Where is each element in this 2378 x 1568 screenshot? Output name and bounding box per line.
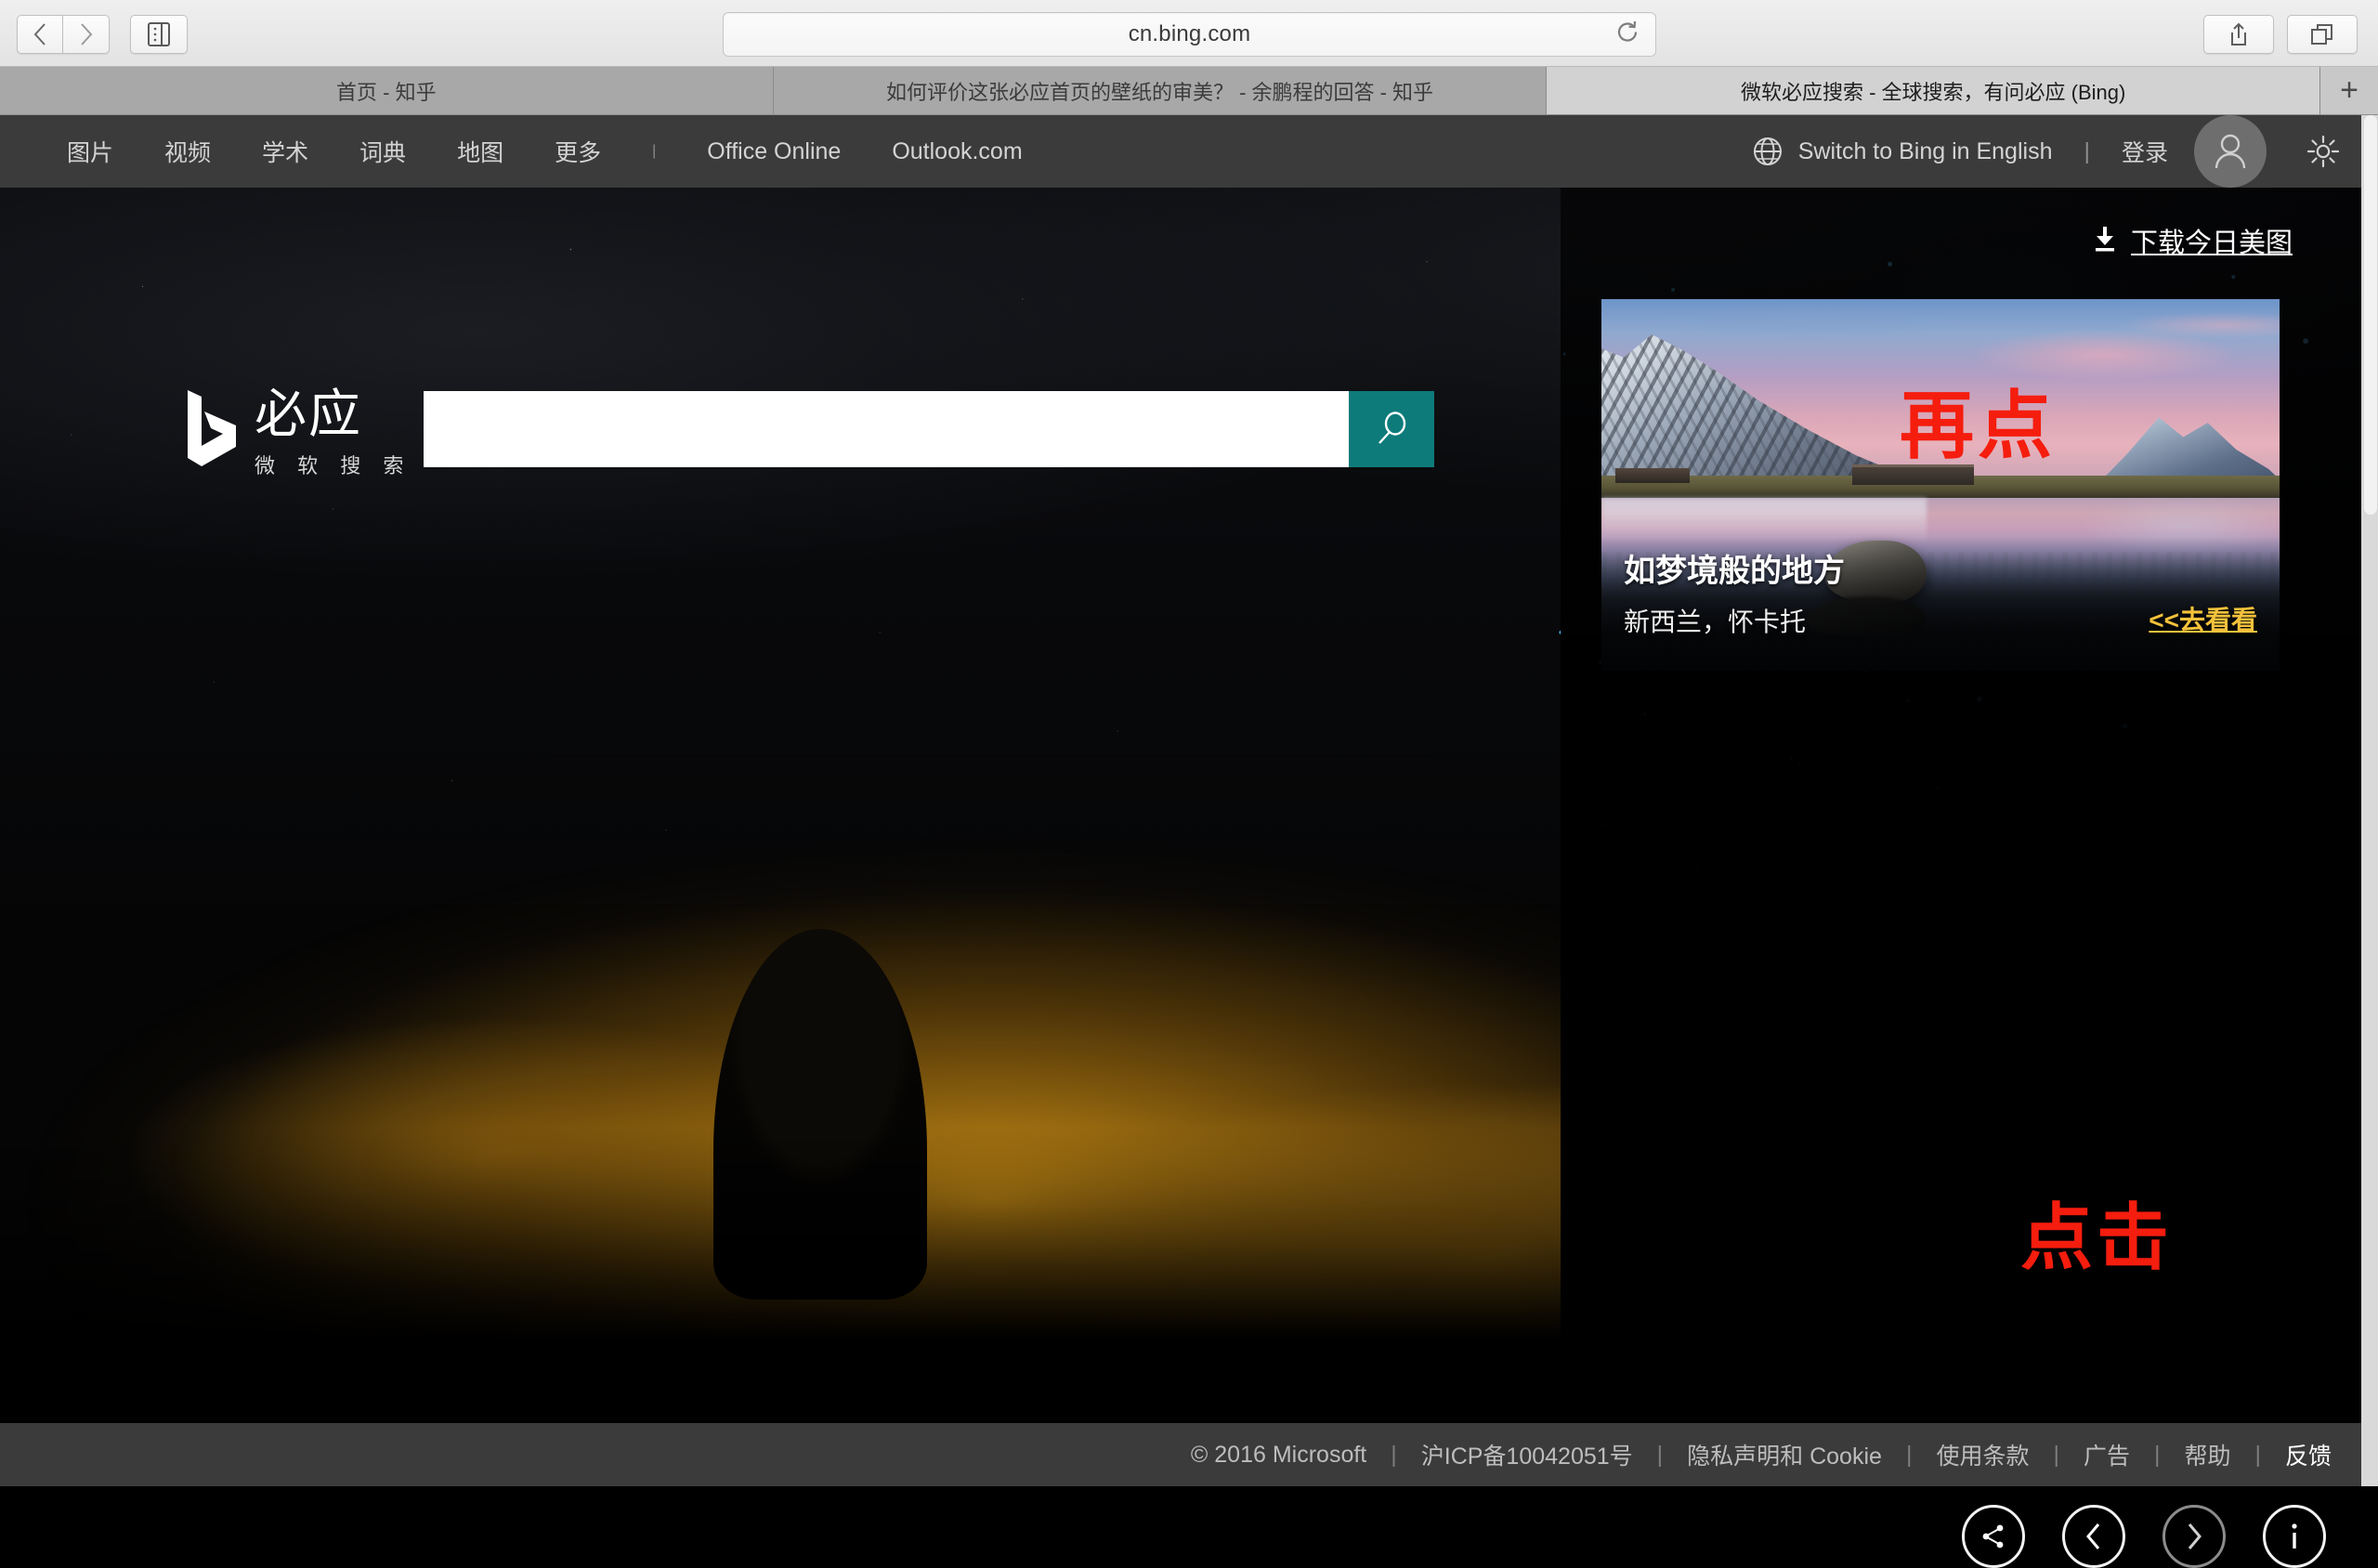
- footer-help-link[interactable]: 帮助: [2184, 1438, 2230, 1471]
- nav-separator: |: [652, 143, 656, 160]
- bing-top-navigation: 图片 视频 学术 词典 地图 更多 | Office Online Outloo…: [0, 115, 2378, 188]
- avatar[interactable]: [2194, 115, 2267, 188]
- address-bar[interactable]: cn.bing.com: [723, 12, 1656, 57]
- tab-title: 微软必应搜索 - 全球搜索，有问必应 (Bing): [1741, 76, 2125, 106]
- share-nodes-icon: [1979, 1522, 2008, 1551]
- tab-bar: 首页 - 知乎 如何评价这张必应首页的壁纸的审美？ - 余鹏程的回答 - 知乎 …: [0, 67, 2378, 115]
- browser-tab-active[interactable]: 微软必应搜索 - 全球搜索，有问必应 (Bing): [1547, 67, 2320, 114]
- nav-item-office-online[interactable]: Office Online: [707, 138, 841, 165]
- new-tab-button[interactable]: +: [2320, 67, 2378, 114]
- chrome-right-buttons: [2203, 15, 2358, 54]
- next-image-button[interactable]: [2162, 1505, 2226, 1568]
- forward-button[interactable]: [63, 15, 110, 54]
- featured-image-card[interactable]: 如梦境般的地方 新西兰，怀卡托 <<去看看: [1601, 299, 2280, 671]
- thumbnail-cta-link[interactable]: <<去看看: [2149, 600, 2257, 637]
- info-icon: [2285, 1521, 2304, 1552]
- sign-in-link[interactable]: 登录: [2122, 135, 2168, 168]
- bing-logo[interactable]: 必应 微 软 搜 索: [186, 388, 412, 479]
- reload-button[interactable]: [1614, 20, 1640, 50]
- globe-icon: [1752, 136, 1784, 167]
- footer-privacy-link[interactable]: 隐私声明和 Cookie: [1687, 1438, 1882, 1471]
- tab-title: 首页 - 知乎: [336, 76, 437, 106]
- annotation-text-top: 再点: [1900, 366, 2056, 474]
- annotation-text-bottom: 点击: [2020, 1180, 2173, 1284]
- download-icon: [2092, 225, 2118, 257]
- footer-ads-link[interactable]: 广告: [2084, 1438, 2130, 1471]
- footer-feedback-link[interactable]: 反馈: [2285, 1438, 2332, 1471]
- nav-item-dictionary[interactable]: 词典: [359, 135, 406, 168]
- tab-overview-icon: [2309, 22, 2335, 46]
- share-image-button[interactable]: [1962, 1505, 2025, 1568]
- footer-separator: |: [1391, 1442, 1397, 1469]
- search-input[interactable]: [424, 391, 1349, 467]
- download-todays-image-link[interactable]: 下载今日美图: [2092, 221, 2293, 260]
- back-button[interactable]: [17, 15, 63, 54]
- search-form: [424, 391, 1434, 467]
- panel-control-buttons: [1962, 1505, 2326, 1568]
- nav-item-maps[interactable]: 地图: [457, 135, 503, 168]
- chevron-left-icon: [2083, 1522, 2105, 1551]
- header-separator: |: [2084, 138, 2090, 165]
- chevron-left-icon: [32, 22, 48, 46]
- reload-icon: [1614, 20, 1640, 46]
- chevron-right-icon: [78, 22, 95, 46]
- tab-title: 如何评价这张必应首页的壁纸的审美？ - 余鹏程的回答 - 知乎: [886, 76, 1433, 106]
- search-submit-button[interactable]: [1349, 391, 1434, 467]
- chevron-right-icon: [2183, 1522, 2205, 1551]
- bing-tagline: 微 软 搜 索: [255, 450, 412, 479]
- footer-separator: |: [2053, 1442, 2059, 1469]
- sidebar-toggle-button[interactable]: [130, 15, 188, 54]
- nav-item-more[interactable]: 更多: [555, 135, 601, 168]
- switch-language-link[interactable]: Switch to Bing in English: [1798, 138, 2053, 165]
- footer-separator: |: [2154, 1442, 2161, 1469]
- nav-item-academic[interactable]: 学术: [262, 135, 308, 168]
- person-icon: [2212, 131, 2249, 172]
- nav-item-videos[interactable]: 视频: [164, 135, 211, 168]
- footer-terms-link[interactable]: 使用条款: [1936, 1438, 2029, 1471]
- share-button[interactable]: [2203, 15, 2274, 54]
- sidebar-toggle-icon: [147, 21, 171, 47]
- share-icon: [2227, 21, 2251, 47]
- thumbnail-subtitle: 新西兰，怀卡托: [1624, 602, 1806, 639]
- gear-icon[interactable]: [2306, 134, 2341, 169]
- nav-item-outlook[interactable]: Outlook.com: [892, 138, 1022, 165]
- bing-nav-left: 图片 视频 学术 词典 地图 更多 | Office Online Outloo…: [0, 135, 1074, 168]
- footer-separator: |: [1906, 1442, 1913, 1469]
- page-footer: © 2016 Microsoft | 沪ICP备10042051号 | 隐私声明…: [0, 1423, 2378, 1486]
- previous-image-button[interactable]: [2062, 1505, 2125, 1568]
- browser-tab[interactable]: 如何评价这张必应首页的壁纸的审美？ - 余鹏程的回答 - 知乎: [774, 67, 1548, 114]
- footer-copyright: © 2016 Microsoft: [1191, 1442, 1366, 1469]
- navigation-buttons: [17, 15, 110, 54]
- tab-overview-button[interactable]: [2287, 15, 2358, 54]
- browser-toolbar: cn.bing.com: [0, 0, 2378, 67]
- bing-bird-logo: [186, 388, 240, 468]
- page-scrollbar-thumb[interactable]: [2364, 115, 2377, 515]
- footer-icp-link[interactable]: 沪ICP备10042051号: [1421, 1438, 1633, 1471]
- nav-item-images[interactable]: 图片: [67, 135, 113, 168]
- thumbnail-buildings-far: [1615, 468, 1690, 483]
- search-magnifier-icon: [1372, 410, 1411, 449]
- bing-brand-text: 必应: [255, 388, 412, 440]
- footer-separator: |: [2254, 1442, 2261, 1469]
- url-text: cn.bing.com: [1129, 21, 1251, 47]
- footer-separator: |: [1657, 1442, 1664, 1469]
- image-info-button[interactable]: [2263, 1505, 2326, 1568]
- thumbnail-title: 如梦境般的地方: [1624, 545, 1845, 591]
- bing-nav-right: Switch to Bing in English | 登录: [1752, 115, 2378, 188]
- page-scrollbar[interactable]: [2361, 115, 2378, 1486]
- browser-tab[interactable]: 首页 - 知乎: [0, 67, 774, 114]
- download-label: 下载今日美图: [2131, 221, 2293, 260]
